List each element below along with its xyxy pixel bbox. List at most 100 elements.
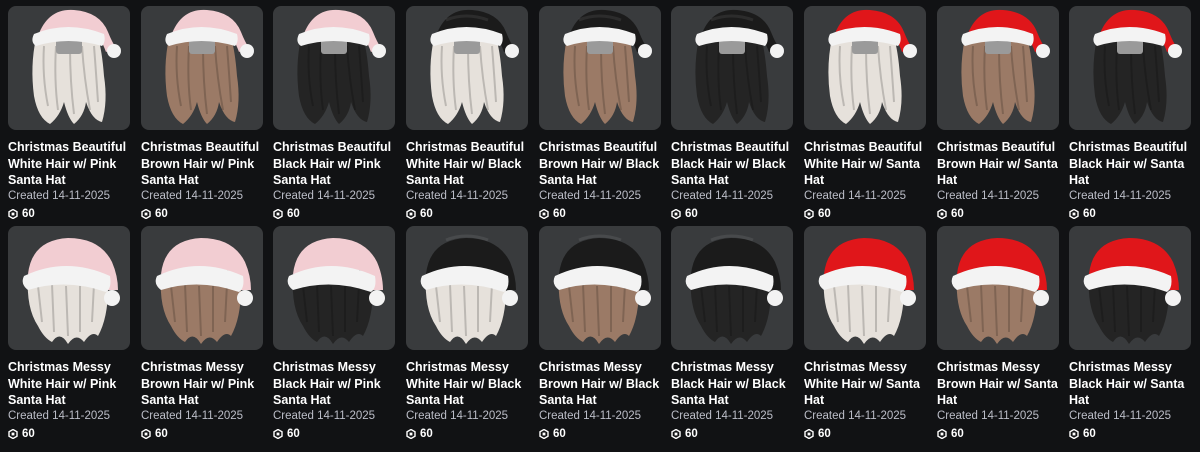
item-title[interactable]: Christmas Beautiful Brown Hair w/ Santa … <box>937 139 1061 189</box>
item-created-date: Created 14-11-2025 <box>937 190 1040 202</box>
item-thumbnail[interactable] <box>141 6 263 130</box>
price-value: 60 <box>951 428 964 440</box>
item-title[interactable]: Christmas Beautiful Brown Hair w/ Pink S… <box>141 139 265 189</box>
item-title[interactable]: Christmas Messy Brown Hair w/ Pink Santa… <box>141 359 265 409</box>
price-value: 60 <box>1083 208 1096 220</box>
catalog-item-card[interactable]: Christmas Messy Brown Hair w/ Black Sant… <box>539 226 661 444</box>
item-title[interactable]: Christmas Messy Brown Hair w/ Black Sant… <box>539 359 663 409</box>
item-price: 60 <box>804 206 831 222</box>
item-created-date: Created 14-11-2025 <box>406 410 509 422</box>
catalog-item-card[interactable]: Christmas Beautiful Black Hair w/ Pink S… <box>273 6 395 224</box>
item-title[interactable]: Christmas Beautiful White Hair w/ Black … <box>406 139 530 189</box>
price-value: 60 <box>287 428 300 440</box>
catalog-item-card[interactable]: Christmas Beautiful Brown Hair w/ Santa … <box>937 6 1059 224</box>
catalog-item-card[interactable]: Christmas Messy Black Hair w/ Black Sant… <box>671 226 793 444</box>
item-thumbnail[interactable] <box>273 6 395 130</box>
catalog-item-card[interactable]: Christmas Beautiful Black Hair w/ Black … <box>671 6 793 224</box>
item-thumbnail[interactable] <box>937 226 1059 350</box>
robux-icon <box>406 429 416 439</box>
catalog-item-card[interactable]: Christmas Messy Brown Hair w/ Pink Santa… <box>141 226 263 444</box>
item-title[interactable]: Christmas Beautiful White Hair w/ Santa … <box>804 139 928 189</box>
robux-icon <box>8 429 18 439</box>
item-price: 60 <box>937 426 964 442</box>
item-thumbnail[interactable] <box>273 226 395 350</box>
price-value: 60 <box>287 208 300 220</box>
robux-icon <box>1069 429 1079 439</box>
price-value: 60 <box>818 208 831 220</box>
item-title[interactable]: Christmas Beautiful Black Hair w/ Santa … <box>1069 139 1193 189</box>
item-thumbnail[interactable] <box>671 6 793 130</box>
item-title[interactable]: Christmas Beautiful Black Hair w/ Pink S… <box>273 139 397 189</box>
robux-icon <box>671 429 681 439</box>
item-title[interactable]: Christmas Beautiful Brown Hair w/ Black … <box>539 139 663 189</box>
item-price: 60 <box>804 426 831 442</box>
item-thumbnail[interactable] <box>804 6 926 130</box>
catalog-item-card[interactable]: Christmas Messy White Hair w/ Black Sant… <box>406 226 528 444</box>
price-value: 60 <box>553 428 566 440</box>
item-price: 60 <box>539 426 566 442</box>
item-title[interactable]: Christmas Beautiful Black Hair w/ Black … <box>671 139 795 189</box>
catalog-grid: Christmas Beautiful White Hair w/ Pink S… <box>0 0 1200 452</box>
item-title[interactable]: Christmas Messy White Hair w/ Black Sant… <box>406 359 530 409</box>
price-value: 60 <box>22 428 35 440</box>
item-thumbnail[interactable] <box>937 6 1059 130</box>
robux-icon <box>8 209 18 219</box>
item-title[interactable]: Christmas Messy Black Hair w/ Black Sant… <box>671 359 795 409</box>
item-thumbnail[interactable] <box>804 226 926 350</box>
item-price: 60 <box>1069 206 1096 222</box>
robux-icon <box>273 209 283 219</box>
item-title[interactable]: Christmas Messy White Hair w/ Santa Hat <box>804 359 928 409</box>
catalog-item-card[interactable]: Christmas Messy Black Hair w/ Santa Hat C… <box>1069 226 1191 444</box>
item-title[interactable]: Christmas Messy White Hair w/ Pink Santa… <box>8 359 132 409</box>
robux-icon <box>937 209 947 219</box>
item-created-date: Created 14-11-2025 <box>539 190 642 202</box>
catalog-item-card[interactable]: Christmas Messy White Hair w/ Santa Hat C… <box>804 226 926 444</box>
item-price: 60 <box>406 426 433 442</box>
robux-icon <box>141 209 151 219</box>
item-price: 60 <box>141 426 168 442</box>
item-thumbnail[interactable] <box>8 6 130 130</box>
item-title[interactable]: Christmas Messy Brown Hair w/ Santa Hat <box>937 359 1061 409</box>
price-value: 60 <box>818 428 831 440</box>
item-thumbnail[interactable] <box>406 226 528 350</box>
item-thumbnail[interactable] <box>8 226 130 350</box>
catalog-item-card[interactable]: Christmas Beautiful White Hair w/ Black … <box>406 6 528 224</box>
item-price: 60 <box>937 206 964 222</box>
price-value: 60 <box>685 428 698 440</box>
item-created-date: Created 14-11-2025 <box>8 190 111 202</box>
price-value: 60 <box>553 208 566 220</box>
item-thumbnail[interactable] <box>539 226 661 350</box>
catalog-item-card[interactable]: Christmas Beautiful Black Hair w/ Santa … <box>1069 6 1191 224</box>
robux-icon <box>1069 209 1079 219</box>
catalog-item-card[interactable]: Christmas Messy Black Hair w/ Pink Santa… <box>273 226 395 444</box>
item-thumbnail[interactable] <box>539 6 661 130</box>
price-value: 60 <box>1083 428 1096 440</box>
item-price: 60 <box>539 206 566 222</box>
item-thumbnail[interactable] <box>141 226 263 350</box>
item-title[interactable]: Christmas Messy Black Hair w/ Pink Santa… <box>273 359 397 409</box>
item-price: 60 <box>273 206 300 222</box>
item-title[interactable]: Christmas Beautiful White Hair w/ Pink S… <box>8 139 132 189</box>
item-price: 60 <box>273 426 300 442</box>
item-created-date: Created 14-11-2025 <box>671 190 774 202</box>
item-title[interactable]: Christmas Messy Black Hair w/ Santa Hat <box>1069 359 1193 409</box>
item-thumbnail[interactable] <box>1069 226 1191 350</box>
price-value: 60 <box>420 428 433 440</box>
catalog-item-card[interactable]: Christmas Messy Brown Hair w/ Santa Hat C… <box>937 226 1059 444</box>
item-created-date: Created 14-11-2025 <box>671 410 774 422</box>
item-created-date: Created 14-11-2025 <box>273 190 376 202</box>
robux-icon <box>804 429 814 439</box>
catalog-item-card[interactable]: Christmas Messy White Hair w/ Pink Santa… <box>8 226 130 444</box>
catalog-item-card[interactable]: Christmas Beautiful White Hair w/ Santa … <box>804 6 926 224</box>
item-thumbnail[interactable] <box>406 6 528 130</box>
catalog-item-card[interactable]: Christmas Beautiful White Hair w/ Pink S… <box>8 6 130 224</box>
price-value: 60 <box>155 208 168 220</box>
item-thumbnail[interactable] <box>671 226 793 350</box>
catalog-item-card[interactable]: Christmas Beautiful Brown Hair w/ Black … <box>539 6 661 224</box>
item-thumbnail[interactable] <box>1069 6 1191 130</box>
item-created-date: Created 14-11-2025 <box>1069 410 1172 422</box>
item-price: 60 <box>8 206 35 222</box>
robux-icon <box>937 429 947 439</box>
catalog-item-card[interactable]: Christmas Beautiful Brown Hair w/ Pink S… <box>141 6 263 224</box>
item-created-date: Created 14-11-2025 <box>141 190 244 202</box>
